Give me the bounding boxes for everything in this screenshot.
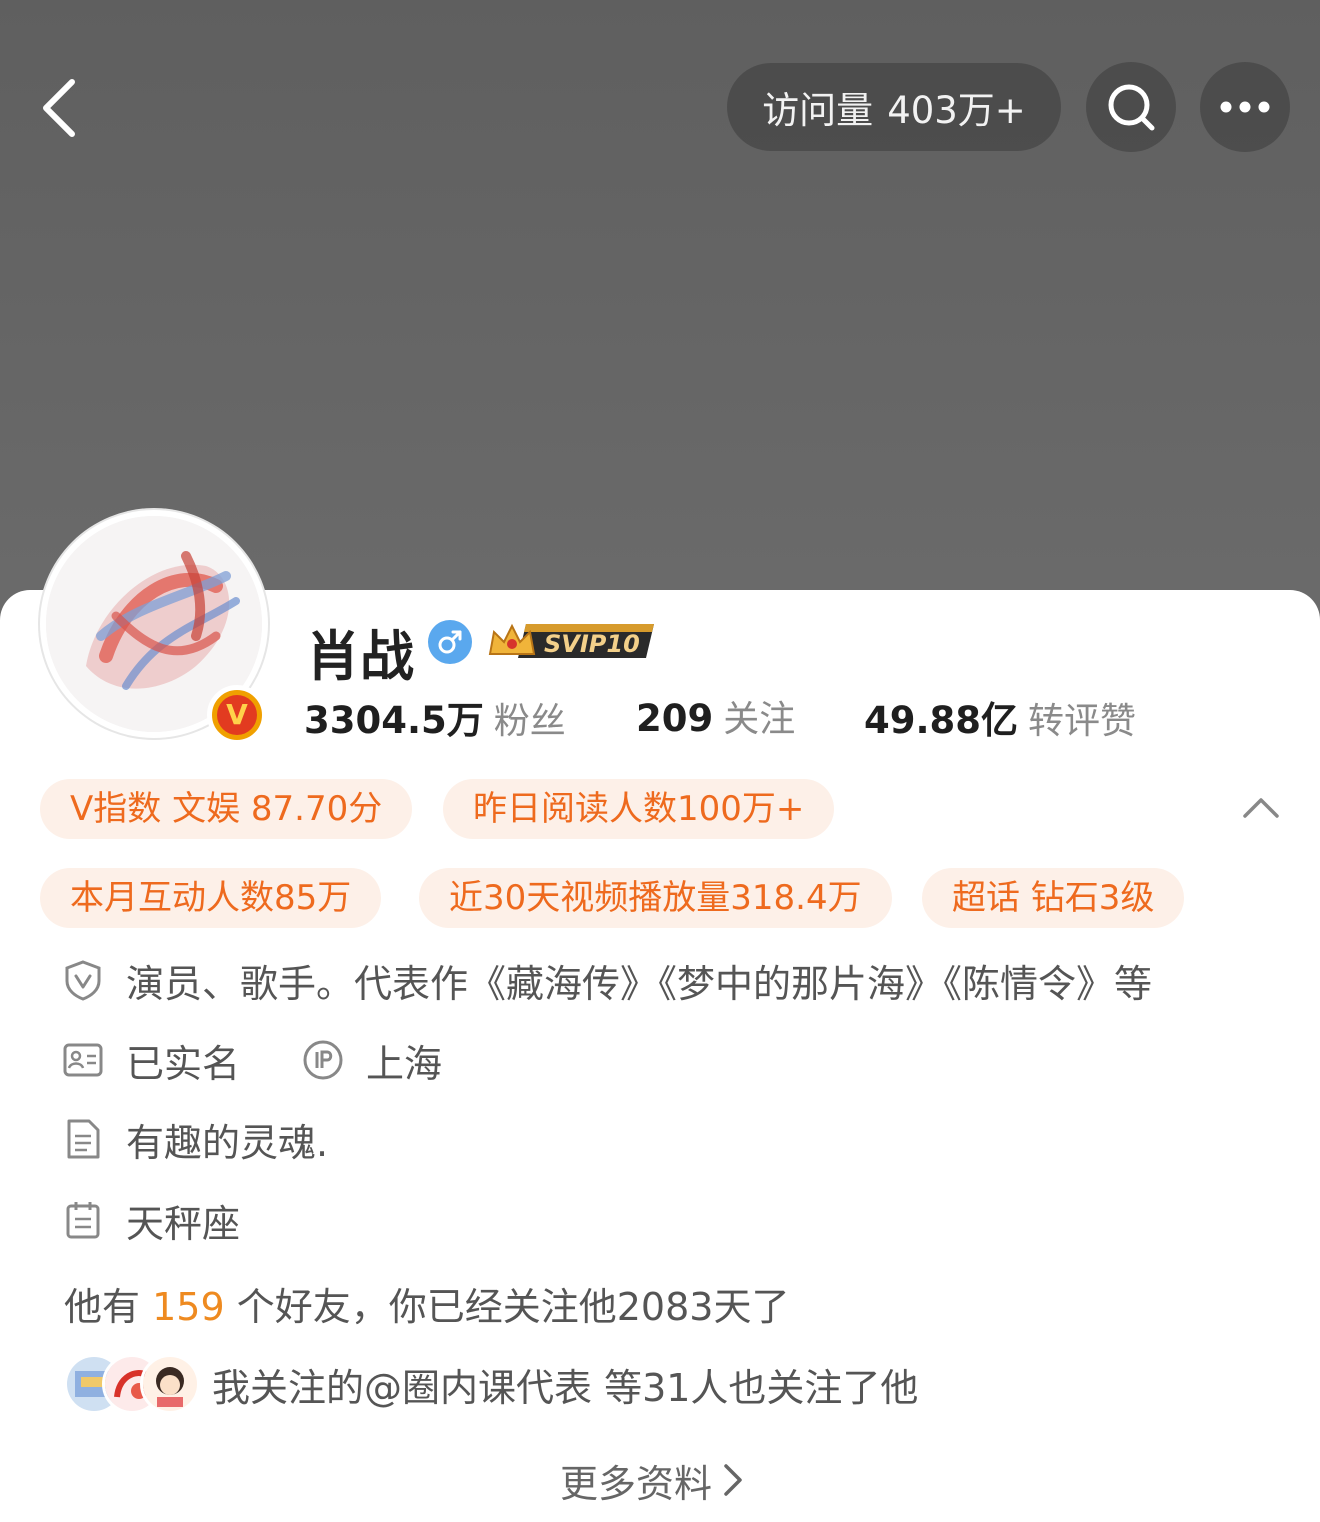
- document-icon: [62, 1118, 104, 1160]
- visit-label: 访问量: [762, 89, 874, 132]
- friends-count: 159: [152, 1285, 225, 1329]
- friends-line[interactable]: 他有 159 个好友，你已经关注他2083天了: [64, 1276, 789, 1331]
- ip-icon: [302, 1039, 344, 1081]
- visit-count: 403万+: [887, 89, 1026, 132]
- tag-video-plays[interactable]: 近30天视频播放量318.4万: [419, 868, 892, 928]
- zodiac-row: 天秤座: [62, 1195, 241, 1246]
- id-card-icon: [62, 1039, 104, 1081]
- more-dots-icon: [1220, 101, 1270, 113]
- user-name: 肖战: [306, 625, 414, 688]
- chevron-right-icon: [722, 1462, 744, 1498]
- real-name-text: 已实名: [126, 1041, 241, 1086]
- mutual-text: 我关注的@圈内课代表 等31人也关注了他: [212, 1365, 919, 1410]
- zodiac-text: 天秤座: [126, 1201, 241, 1246]
- verified-badge-letter: V: [217, 695, 257, 735]
- mutual-avatar: [140, 1354, 200, 1414]
- verification-text: 演员、歌手。代表作《藏海传》《梦中的那片海》《陈情令》等: [126, 961, 1153, 1006]
- stat-label: 转评赞: [1028, 701, 1137, 742]
- tag-super-topic[interactable]: 超话 钻石3级: [922, 868, 1185, 928]
- stat-value: 49.88亿: [864, 699, 1019, 742]
- more-info-label: 更多资料: [560, 1461, 713, 1506]
- tag-yesterday-readers[interactable]: 昨日阅读人数100万+: [443, 779, 835, 839]
- shield-v-icon: [62, 959, 104, 1001]
- more-button[interactable]: [1200, 62, 1290, 152]
- mutual-followers[interactable]: 我关注的@圈内课代表 等31人也关注了他: [64, 1352, 918, 1416]
- more-info-link[interactable]: 更多资料: [560, 1452, 744, 1508]
- stat-label: 粉丝: [493, 701, 566, 742]
- collapse-chevron-icon: [1243, 798, 1279, 818]
- bio-row: 有趣的灵魂.: [62, 1114, 329, 1165]
- stat-followers[interactable]: 3304.5万 粉丝: [304, 690, 566, 744]
- friends-suffix: 个好友，你已经关注他2083天了: [236, 1285, 790, 1329]
- tag-monthly-interactions[interactable]: 本月互动人数85万: [40, 868, 382, 928]
- tag-v-index[interactable]: V指数 文娱 87.70分: [40, 779, 413, 839]
- verification-row: 演员、歌手。代表作《藏海传》《梦中的那片海》《陈情令》等: [62, 955, 1153, 1006]
- collapse-button[interactable]: [1236, 788, 1286, 828]
- stat-interactions[interactable]: 49.88亿 转评赞: [864, 690, 1136, 744]
- stat-value: 209: [636, 697, 714, 740]
- friends-prefix: 他有: [64, 1285, 141, 1329]
- search-button[interactable]: [1086, 62, 1176, 152]
- calendar-icon: [62, 1199, 104, 1241]
- search-icon: [1108, 84, 1155, 131]
- stat-following[interactable]: 209 关注: [636, 690, 795, 742]
- bio-text: 有趣的灵魂.: [126, 1120, 329, 1165]
- male-icon: [428, 620, 472, 664]
- realname-ip-row: 已实名 上海: [62, 1035, 443, 1086]
- ip-location-text: 上海: [366, 1041, 443, 1086]
- back-icon: [43, 79, 75, 137]
- stat-label: 关注: [723, 699, 796, 740]
- svip-label: SVIP10: [544, 630, 640, 658]
- svip-badge[interactable]: SVIP10: [486, 618, 656, 664]
- visit-count-pill[interactable]: 访问量 403万+: [727, 63, 1061, 151]
- stat-value: 3304.5万: [304, 699, 484, 742]
- verified-badge: V: [207, 685, 267, 745]
- back-button[interactable]: [22, 66, 94, 150]
